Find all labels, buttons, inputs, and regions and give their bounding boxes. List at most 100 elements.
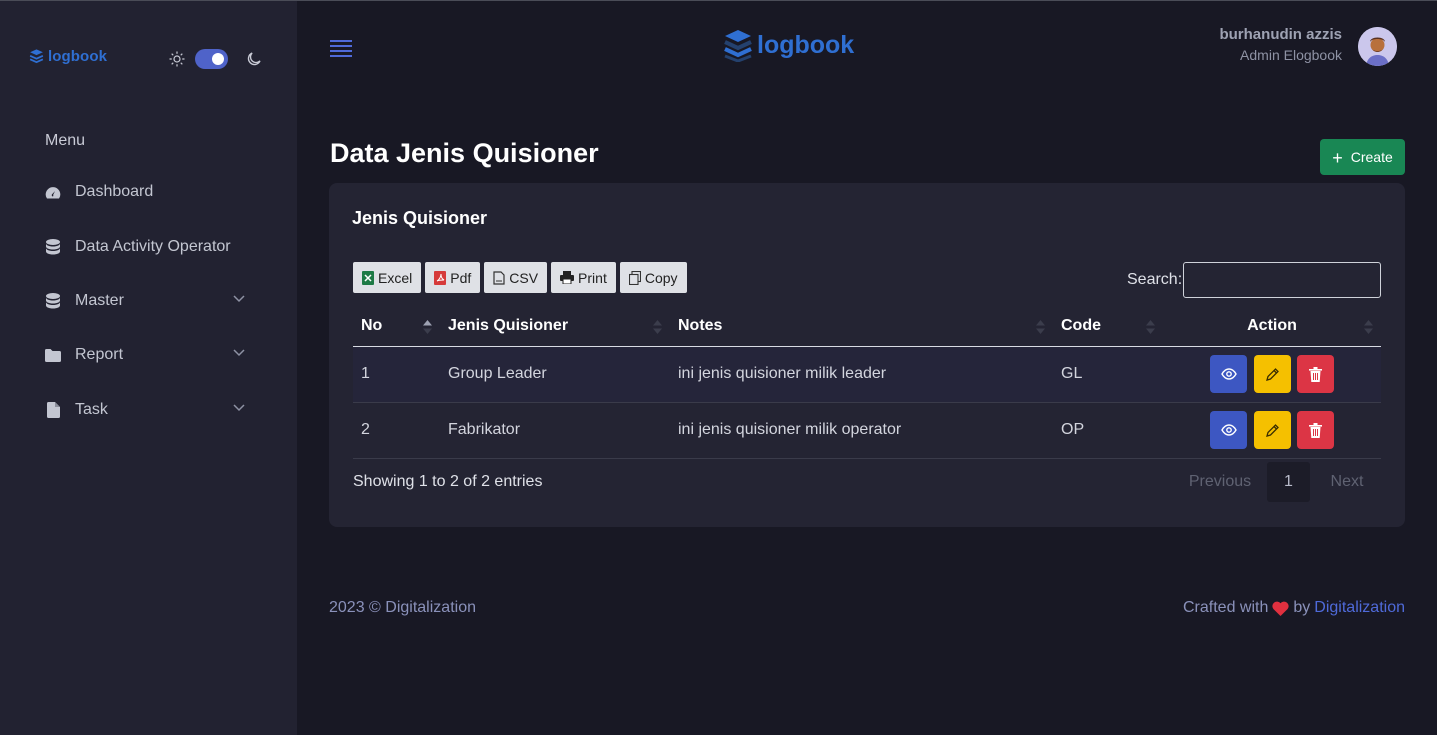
pdf-icon [434, 270, 447, 285]
plus-icon: + [1332, 147, 1343, 168]
sort-icon [1146, 320, 1155, 334]
column-header-notes[interactable]: Notes [670, 307, 1053, 347]
pencil-icon [1265, 423, 1279, 437]
table-card: Jenis Quisioner Excel Pdf CSV Print Copy… [329, 183, 1405, 527]
user-role: Admin Elogbook [1240, 47, 1342, 63]
gauge-icon [45, 184, 61, 200]
trash-icon [1308, 366, 1322, 382]
create-button[interactable]: + Create [1320, 139, 1405, 175]
footer-copyright: 2023 © Digitalization [329, 599, 476, 616]
logbook-icon [29, 49, 44, 64]
menu-title: Menu [45, 132, 86, 149]
edit-button[interactable] [1253, 411, 1291, 449]
column-label: Action [1247, 317, 1297, 335]
view-button[interactable] [1210, 355, 1248, 393]
view-button[interactable] [1210, 411, 1248, 449]
copy-icon [628, 270, 641, 285]
export-buttons: Excel Pdf CSV Print Copy [353, 262, 687, 293]
sort-icon [1036, 320, 1045, 334]
delete-button[interactable] [1296, 355, 1334, 393]
footer-crafted-text: Crafted with [1183, 599, 1269, 616]
sort-icon [1364, 320, 1373, 334]
column-header-no[interactable]: No [353, 307, 440, 347]
sidebar-item-task[interactable]: Task [45, 397, 255, 423]
excel-button[interactable]: Excel [353, 262, 422, 293]
dark-mode-switch[interactable] [195, 49, 228, 69]
cell-no: 1 [353, 346, 440, 403]
footer-link[interactable]: Digitalization [1314, 599, 1405, 617]
csv-label: CSV [509, 269, 539, 286]
chevron-down-icon [233, 295, 245, 303]
pencil-icon [1265, 367, 1279, 381]
sort-asc-icon [423, 320, 432, 334]
cell-notes: ini jenis quisioner milik leader [670, 346, 1053, 403]
heart-icon [1272, 601, 1289, 616]
switch-knob [212, 53, 224, 65]
table-header-row: No Jenis Quisioner Notes Code Action [353, 307, 1381, 347]
column-header-jenis-quisioner[interactable]: Jenis Quisioner [440, 307, 670, 347]
database-icon [45, 293, 61, 309]
print-button[interactable]: Print [551, 262, 616, 293]
page-title: Data Jenis Quisioner [330, 138, 599, 168]
sidebar-logo-text: logbook [48, 48, 108, 65]
print-label: Print [578, 269, 607, 286]
column-label: No [361, 317, 383, 335]
column-header-action[interactable]: Action [1163, 307, 1381, 347]
csv-button[interactable]: CSV [484, 262, 548, 293]
search-input[interactable] [1183, 262, 1381, 298]
sidebar-item-data-activity-operator[interactable]: Data Activity Operator [45, 234, 255, 260]
header-logo-text: logbook [757, 30, 855, 59]
sidebar-item-label: Report [75, 346, 124, 363]
cell-action [1163, 346, 1381, 403]
chevron-down-icon [233, 349, 245, 357]
create-button-label: Create [1350, 149, 1393, 165]
moon-icon [247, 52, 261, 66]
user-name: burhanudin azzis [1219, 26, 1342, 43]
next-page-button[interactable]: Next [1310, 462, 1384, 502]
eye-icon [1220, 424, 1237, 436]
csv-icon [493, 270, 505, 285]
data-table: No Jenis Quisioner Notes Code Action 1 G… [353, 307, 1381, 459]
column-label: Jenis Quisioner [448, 317, 569, 335]
file-icon [45, 402, 61, 418]
hamburger-menu-icon[interactable] [330, 39, 352, 57]
edit-button[interactable] [1253, 355, 1291, 393]
search-label: Search: [1127, 271, 1183, 288]
cell-jenis-quisioner: Group Leader [440, 346, 670, 403]
folder-icon [45, 347, 61, 363]
copy-button[interactable]: Copy [619, 262, 687, 293]
footer-credit: Crafted with by Digitalization [1183, 599, 1405, 617]
trash-icon [1308, 422, 1322, 438]
sidebar-item-master[interactable]: Master [45, 288, 255, 314]
cell-action [1163, 402, 1381, 459]
column-header-code[interactable]: Code [1053, 307, 1163, 347]
table-row: 1 Group Leader ini jenis quisioner milik… [353, 346, 1381, 403]
card-title: Jenis Quisioner [352, 208, 488, 228]
column-label: Code [1061, 317, 1101, 335]
sidebar-logo[interactable]: logbook [28, 48, 107, 65]
copy-label: Copy [644, 269, 678, 286]
excel-icon [362, 270, 374, 285]
pdf-button[interactable]: Pdf [425, 262, 481, 293]
sidebar: logbook Menu Dashboard Data Activity Ope… [0, 1, 297, 735]
avatar[interactable] [1358, 27, 1397, 66]
previous-page-button[interactable]: Previous [1173, 462, 1267, 502]
delete-button[interactable] [1296, 411, 1334, 449]
page-1-button[interactable]: 1 [1267, 462, 1310, 502]
column-label: Notes [678, 317, 723, 335]
cell-code: GL [1053, 346, 1163, 403]
print-icon [560, 271, 575, 284]
chevron-down-icon [233, 404, 245, 412]
footer-by-text: by [1293, 599, 1311, 616]
excel-label: Excel [378, 269, 413, 286]
table-info: Showing 1 to 2 of 2 entries [353, 473, 543, 490]
database-icon [45, 239, 61, 255]
sidebar-item-report[interactable]: Report [45, 342, 255, 368]
sidebar-item-label: Task [75, 401, 108, 418]
cell-jenis-quisioner: Fabrikator [440, 402, 670, 459]
cell-code: OP [1053, 402, 1163, 459]
sort-icon [653, 320, 662, 334]
pdf-label: Pdf [450, 269, 472, 286]
sidebar-item-dashboard[interactable]: Dashboard [45, 179, 255, 205]
header-logo[interactable]: logbook [723, 28, 854, 62]
